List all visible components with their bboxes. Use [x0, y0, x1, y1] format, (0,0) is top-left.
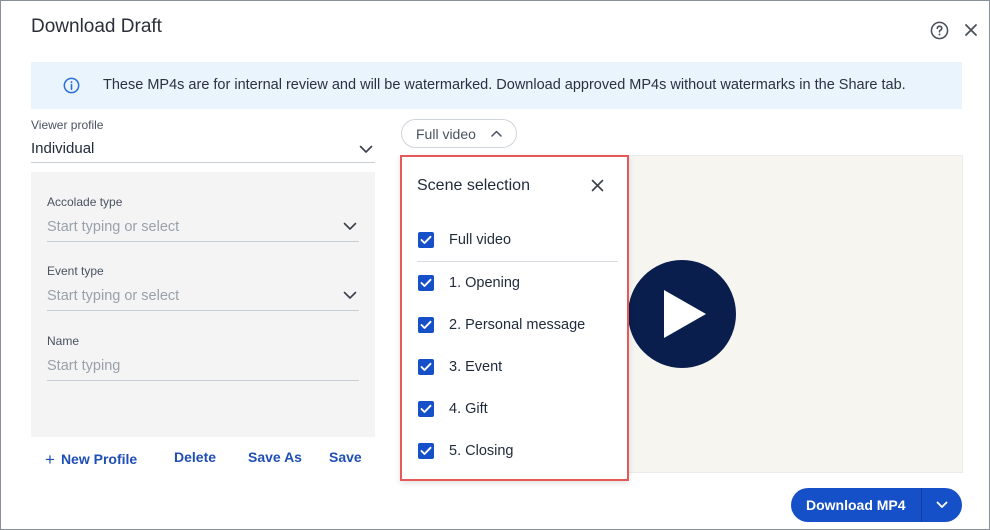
chevron-down-icon	[359, 145, 373, 153]
play-button[interactable]	[628, 260, 736, 368]
scene-option-gift[interactable]: 4. Gift	[418, 399, 618, 419]
scene-selection-title: Scene selection	[417, 177, 530, 194]
name-label: Name	[47, 334, 80, 348]
scene-divider	[417, 261, 618, 262]
scene-option-label: Full video	[449, 232, 512, 248]
scene-chip-label: Full video	[416, 126, 476, 142]
checkbox-checked-icon[interactable]	[418, 317, 434, 333]
event-type-placeholder: Start typing or select	[47, 288, 180, 304]
new-profile-label: New Profile	[60, 451, 138, 467]
scene-option-full-video[interactable]: Full video	[418, 230, 618, 250]
viewer-profile-value: Individual	[31, 140, 95, 157]
event-type-label: Event type	[47, 264, 104, 278]
scene-option-label: 4. Gift	[449, 401, 488, 417]
delete-button[interactable]: Delete	[174, 449, 216, 465]
scene-option-opening[interactable]: 1. Opening	[418, 273, 618, 293]
play-icon	[664, 290, 706, 338]
new-profile-button[interactable]: + New Profile	[45, 449, 137, 469]
name-field: Name Start typing	[47, 334, 359, 381]
profile-actions: + New Profile Delete Save As Save	[31, 449, 375, 469]
download-mp4-button[interactable]: Download MP4	[791, 488, 921, 522]
banner-text: These MP4s are for internal review and w…	[103, 77, 906, 93]
scene-option-label: 1. Opening	[449, 275, 520, 291]
name-placeholder: Start typing	[47, 358, 121, 374]
scene-option-label: 3. Event	[449, 359, 503, 375]
chevron-down-icon	[936, 501, 948, 508]
chevron-up-icon	[491, 130, 502, 137]
checkbox-checked-icon[interactable]	[418, 359, 434, 375]
download-mp4-split-button: Download MP4	[791, 488, 962, 522]
save-button[interactable]: Save	[329, 449, 362, 465]
info-icon	[63, 77, 80, 94]
plus-icon: +	[45, 450, 55, 469]
accolade-type-field: Accolade type Start typing or select	[47, 195, 359, 242]
download-options-dropdown[interactable]	[922, 488, 962, 522]
accolade-type-label: Accolade type	[47, 195, 123, 209]
scene-option-label: 2. Personal message	[449, 317, 586, 333]
accolade-type-placeholder: Start typing or select	[47, 219, 180, 235]
scene-selector-chip[interactable]: Full video	[401, 119, 517, 148]
dialog-title: Download Draft	[31, 16, 162, 37]
event-type-field: Event type Start typing or select	[47, 264, 359, 311]
download-draft-dialog: Download Draft These MP4s are for intern…	[0, 0, 990, 530]
name-input[interactable]: Start typing	[47, 353, 359, 381]
accolade-type-input[interactable]: Start typing or select	[47, 214, 359, 242]
save-as-button[interactable]: Save As	[248, 449, 302, 465]
scene-option-label: 5. Closing	[449, 443, 514, 459]
scene-selection-panel: Scene selection Full video 1. Opening 2.…	[400, 155, 629, 481]
event-type-input[interactable]: Start typing or select	[47, 283, 359, 311]
checkbox-checked-icon[interactable]	[418, 401, 434, 417]
help-icon[interactable]	[930, 21, 949, 40]
viewer-profile-label: Viewer profile	[31, 118, 104, 132]
scene-option-closing[interactable]: 5. Closing	[418, 441, 618, 461]
close-icon[interactable]	[963, 22, 979, 38]
chevron-down-icon	[343, 291, 357, 299]
viewer-profile-select[interactable]: Individual	[31, 135, 375, 163]
checkbox-checked-icon[interactable]	[418, 443, 434, 459]
checkbox-checked-icon[interactable]	[418, 232, 434, 248]
scene-option-event[interactable]: 3. Event	[418, 357, 618, 377]
close-icon[interactable]	[591, 179, 604, 192]
info-banner: These MP4s are for internal review and w…	[31, 62, 962, 109]
chevron-down-icon	[343, 222, 357, 230]
checkbox-checked-icon[interactable]	[418, 275, 434, 291]
scene-option-personal-message[interactable]: 2. Personal message	[418, 315, 618, 335]
profile-filters-panel: Accolade type Start typing or select Eve…	[31, 172, 375, 437]
download-mp4-label: Download MP4	[806, 497, 906, 513]
